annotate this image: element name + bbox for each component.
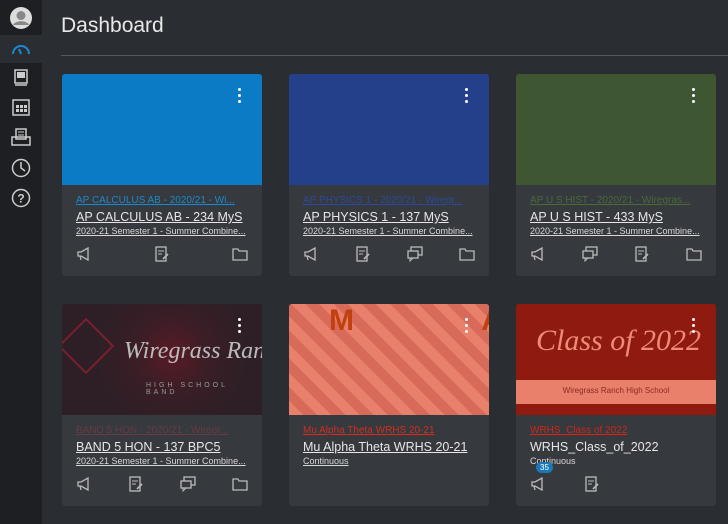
course-term: Continuous [530, 456, 576, 466]
courses-button[interactable] [0, 64, 42, 92]
course-term: 2020-21 Semester 1 - Summer Combine... [530, 226, 700, 236]
announcements-icon[interactable] [76, 476, 92, 492]
course-actions: 35 [530, 462, 702, 492]
course-image: Wiregrass RanchHIGH SCHOOL BAND [62, 304, 262, 415]
course-card-header[interactable] [516, 74, 716, 185]
announcements-icon[interactable] [530, 246, 546, 262]
course-code-link[interactable]: AP CALCULUS AB - 2020/21 - Wi... [76, 195, 248, 206]
course-actions [303, 246, 475, 263]
global-nav: ? [0, 0, 42, 524]
course-card[interactable]: Wiregrass RanchHIGH SCHOOL BAND BAND 5 H… [62, 304, 262, 506]
course-term: 2020-21 Semester 1 - Summer Combine... [303, 226, 473, 236]
user-avatar-icon [10, 7, 32, 29]
more-options-icon[interactable] [238, 318, 242, 333]
assignments-icon[interactable] [584, 476, 600, 492]
assignments-icon[interactable] [634, 246, 650, 262]
course-code-link[interactable]: AP PHYSICS 1 - 2020/21 - Wiregr... [303, 195, 475, 206]
assignments-icon[interactable] [154, 246, 170, 262]
course-code-link[interactable]: WRHS_Class of 2022 [530, 425, 702, 436]
announcements-icon[interactable] [76, 246, 92, 262]
announcements-icon[interactable]: 35 [530, 462, 553, 492]
more-options-icon[interactable] [238, 88, 242, 103]
inbox-button[interactable] [0, 123, 42, 151]
history-button[interactable] [0, 154, 42, 182]
course-card[interactable]: AP CALCULUS AB - 2020/21 - Wi... AP CALC… [62, 74, 262, 276]
files-icon[interactable] [232, 246, 248, 262]
course-name-link[interactable]: AP PHYSICS 1 - 137 MyS [303, 210, 475, 224]
course-code-link[interactable]: AP U S HIST - 2020/21 - Wiregras... [530, 195, 702, 206]
course-card-header[interactable] [62, 74, 262, 185]
course-card-header[interactable]: M A Θ [289, 304, 489, 415]
course-card-header[interactable] [289, 74, 489, 185]
course-card[interactable]: AP U S HIST - 2020/21 - Wiregras... AP U… [516, 74, 716, 276]
dashboard-gauge-icon [12, 45, 30, 55]
course-actions [76, 246, 248, 262]
course-name-link[interactable]: AP U S HIST - 433 MyS [530, 210, 702, 224]
course-name-link[interactable]: BAND 5 HON - 137 BPC5 [76, 440, 248, 454]
calendar-button[interactable] [0, 93, 42, 121]
course-card-header[interactable]: Wiregrass RanchHIGH SCHOOL BAND [62, 304, 262, 415]
course-actions [76, 476, 248, 493]
assignments-icon[interactable] [355, 246, 371, 262]
course-image: M A Θ [289, 304, 489, 415]
account-button[interactable] [0, 4, 42, 32]
course-card[interactable]: Class of 2022 Wiregrass Ranch High School… [516, 304, 716, 506]
discussions-icon[interactable] [407, 246, 423, 263]
help-icon: ? [11, 188, 31, 208]
course-actions [530, 246, 702, 263]
course-name-link[interactable]: WRHS_Class_of_2022 [530, 440, 702, 454]
svg-text:?: ? [17, 192, 24, 206]
calendar-icon [12, 99, 30, 116]
files-icon[interactable] [459, 246, 475, 262]
clock-icon [11, 158, 31, 178]
course-term: Continuous [303, 456, 349, 466]
page-title: Dashboard [61, 14, 164, 37]
inbox-icon [11, 128, 31, 146]
discussions-icon[interactable] [582, 246, 598, 263]
book-icon [14, 69, 28, 86]
course-name-link[interactable]: Mu Alpha Theta WRHS 20-21 [303, 440, 475, 454]
course-term: 2020-21 Semester 1 - Summer Combine... [76, 456, 246, 466]
more-options-icon[interactable] [465, 318, 469, 333]
divider [61, 55, 728, 56]
course-card[interactable]: M A Θ Mu Alpha Theta WRHS 20-21 Mu Alpha… [289, 304, 489, 506]
course-code-link[interactable]: BAND 5 HON - 2020/21 - Wiregr... [76, 425, 248, 436]
unread-badge: 35 [536, 462, 553, 473]
more-options-icon[interactable] [692, 88, 696, 103]
course-image: Class of 2022 Wiregrass Ranch High School [516, 304, 716, 415]
files-icon[interactable] [686, 246, 702, 262]
course-card-header[interactable]: Class of 2022 Wiregrass Ranch High School [516, 304, 716, 415]
more-options-icon[interactable] [692, 318, 696, 333]
files-icon[interactable] [232, 476, 248, 492]
dashboard-button[interactable] [0, 35, 42, 63]
course-name-link[interactable]: AP CALCULUS AB - 234 MyS [76, 210, 248, 224]
help-button[interactable]: ? [0, 184, 42, 212]
course-term: 2020-21 Semester 1 - Summer Combine... [76, 226, 246, 236]
more-options-icon[interactable] [465, 88, 469, 103]
assignments-icon[interactable] [128, 476, 144, 492]
discussions-icon[interactable] [180, 476, 196, 493]
announcements-icon[interactable] [303, 246, 319, 262]
course-code-link[interactable]: Mu Alpha Theta WRHS 20-21 [303, 425, 475, 436]
course-card[interactable]: AP PHYSICS 1 - 2020/21 - Wiregr... AP PH… [289, 74, 489, 276]
